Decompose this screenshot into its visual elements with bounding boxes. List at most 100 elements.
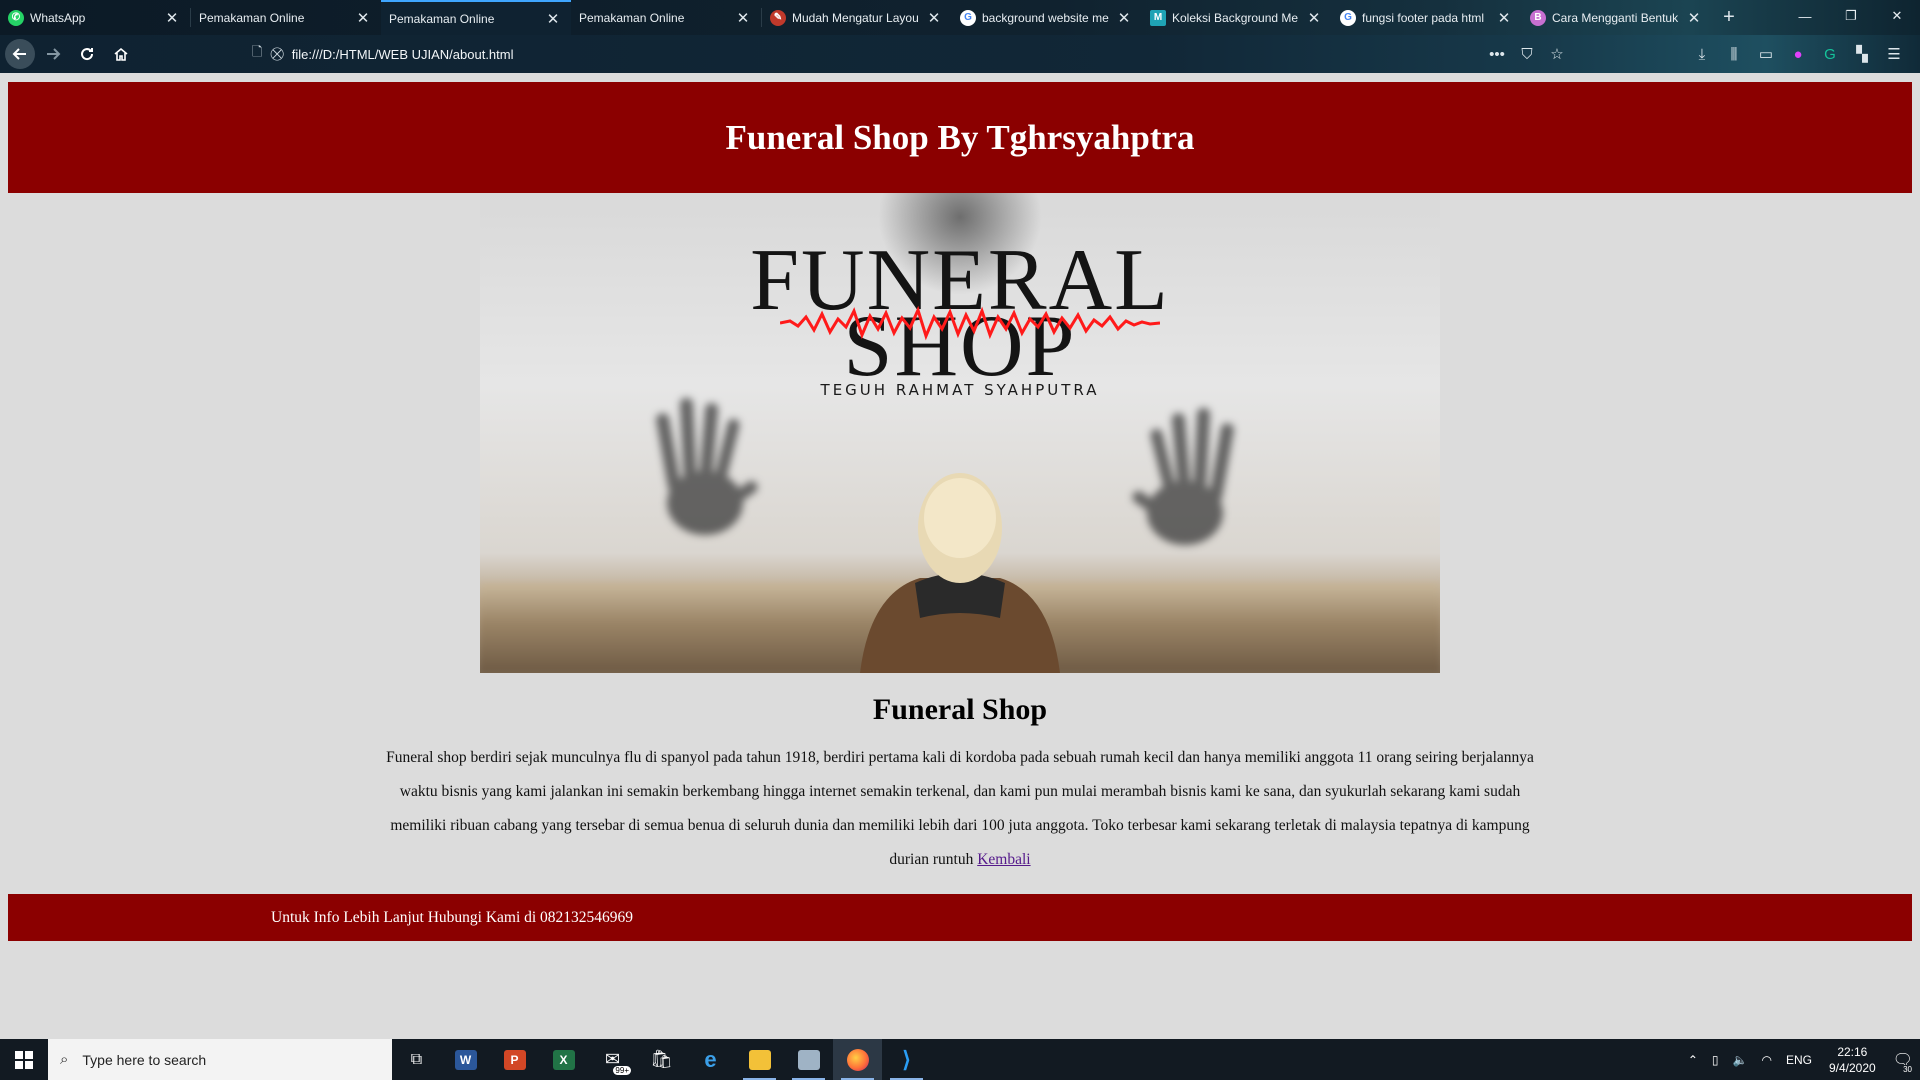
close-tab-icon[interactable]: ✕ [1116,9,1132,27]
page-header: Funeral Shop By Tghrsyahptra [8,82,1912,193]
task-view-button[interactable]: ⧉ [392,1039,441,1080]
close-tab-icon[interactable]: ✕ [735,9,751,27]
tab-label: background website me [982,10,1109,25]
close-window-icon[interactable]: ✕ [1874,0,1920,32]
clock-time: 22:16 [1837,1044,1868,1059]
permissions-icon[interactable]: ⛒ [270,46,283,62]
bookmark-star-icon[interactable]: ☆ [1542,45,1572,63]
menu-icon[interactable]: ☰ [1878,45,1910,63]
back-link[interactable]: Kembali [977,851,1030,868]
more-actions-icon[interactable]: ••• [1482,46,1512,63]
store-app[interactable]: 🛍 [637,1039,686,1080]
logo-subtitle: TEGUH RAHMAT SYAHPUTRA [820,381,1100,399]
library-icon[interactable]: ⫼ [1718,46,1750,63]
volume-icon[interactable]: 🔈 [1733,1053,1748,1067]
minimize-icon[interactable]: — [1782,0,1828,32]
home-button[interactable] [105,38,137,70]
tab-cara-mengganti[interactable]: B Cara Mengganti Bentuk ✕ [1522,0,1712,35]
url-text: file:///D:/HTML/WEB UJIAN/about.html [291,46,514,62]
powerpoint-app[interactable]: P [490,1039,539,1080]
mail-badge: 99+ [613,1066,631,1075]
file-explorer-app[interactable] [735,1039,784,1080]
tab-background-website[interactable]: G background website me ✕ [952,0,1142,35]
close-tab-icon[interactable]: ✕ [164,9,180,27]
page-footer: Untuk Info Lebih Lanjut Hubungi Kami di … [8,894,1912,941]
tab-fungsi-footer[interactable]: G fungsi footer pada html ✕ [1332,0,1522,35]
section-title: Funeral Shop [872,693,1048,726]
grammarly-icon[interactable]: G [1814,46,1846,63]
person-figure [860,473,1060,673]
windows-taskbar: ⌕ Type here to search ⧉ W P X ✉ 99+ 🛍 e … [0,1039,1920,1080]
whatsapp-icon: ✆ [8,9,24,26]
download-icon[interactable]: ⤓ [1686,46,1718,63]
arrow-left-icon [12,48,26,60]
tab-pemakaman-online-active[interactable]: Pemakaman Online ✕ [381,0,571,35]
web-page: Funeral Shop By Tghrsyahptra FUNERAL SHO… [0,73,1920,1039]
close-tab-icon[interactable]: ✕ [1686,9,1702,27]
edge-icon: e [704,1046,717,1072]
start-button[interactable] [0,1039,48,1080]
word-icon: W [454,1049,477,1070]
hero-image: FUNERAL SHOP TEGUH RAHMAT SYAHPUTRA [480,193,1440,673]
close-tab-icon[interactable]: ✕ [355,9,371,27]
clock[interactable]: 22:16 9/4/2020 [1829,1044,1876,1076]
tab-label: WhatsApp [30,10,86,25]
taskbar-search-box[interactable]: ⌕ Type here to search [48,1039,392,1080]
wifi-icon[interactable]: ◠ [1761,1053,1771,1067]
home-icon [114,47,128,61]
extension-icon[interactable]: ● [1782,46,1814,63]
paragraph-text: Funeral shop berdiri sejak munculnya flu… [386,749,1534,868]
sidebar-icon[interactable]: ▭ [1750,45,1782,63]
back-button[interactable] [5,39,35,69]
footer-contact-text: Untuk Info Lebih Lanjut Hubungi Kami di … [271,908,634,926]
tab-label: Mudah Mengatur Layou [792,10,919,25]
arrow-right-icon [47,48,61,60]
left-hand-shadow [656,398,758,535]
tab-whatsapp[interactable]: ✆ WhatsApp ✕ [0,0,190,35]
about-paragraph: Funeral shop berdiri sejak munculnya flu… [380,741,1540,877]
tab-pemakaman-online-1[interactable]: Pemakaman Online ✕ [191,0,381,35]
mail-app[interactable]: ✉ 99+ [588,1039,637,1080]
language-indicator[interactable]: ENG [1786,1053,1812,1067]
tab-label: Cara Mengganti Bentuk [1552,10,1679,25]
tab-label: Pemakaman Online [579,10,685,25]
m-icon: M [1150,9,1166,26]
reload-button[interactable] [71,38,103,70]
reload-icon [81,48,94,61]
close-tab-icon[interactable]: ✕ [926,9,942,27]
notification-center-icon[interactable]: 🗨 30 [1893,1050,1913,1074]
battery-icon[interactable]: ▯ [1712,1053,1719,1067]
tab-label: fungsi footer pada html [1362,10,1485,25]
address-bar[interactable]: 🗋 ⛒ file:///D:/HTML/WEB UJIAN/about.html [252,39,1542,69]
tab-mudah-mengatur[interactable]: ✎ Mudah Mengatur Layou ✕ [762,0,952,35]
tab-koleksi-background[interactable]: M Koleksi Background Me ✕ [1142,0,1332,35]
close-tab-icon[interactable]: ✕ [1496,9,1512,27]
close-tab-icon[interactable]: ✕ [1306,9,1322,27]
chevron-up-icon[interactable]: ⌃ [1688,1053,1698,1067]
windows-logo-icon [15,1050,33,1069]
tab-label: Pemakaman Online [389,11,495,26]
vscode-app[interactable]: ⟩ [882,1039,931,1080]
forward-button[interactable] [37,38,69,70]
window-controls: — ❐ ✕ [1782,0,1920,35]
edge-app[interactable]: e [686,1039,735,1080]
folder-icon [748,1049,771,1070]
close-tab-icon[interactable]: ✕ [545,10,561,28]
word-app[interactable]: W [441,1039,490,1080]
restore-icon[interactable]: ❐ [1828,0,1874,32]
search-placeholder: Type here to search [82,1051,207,1068]
page-actions: ••• ⛉ ☆ [1482,39,1572,69]
search-icon: ⌕ [60,1051,69,1068]
firefox-icon [846,1048,869,1071]
firefox-app[interactable] [833,1039,882,1080]
photos-app[interactable] [784,1039,833,1080]
page-title: Funeral Shop By Tghrsyahptra [725,117,1195,157]
pocket-icon[interactable]: ⛉ [1512,46,1542,63]
taskbar-apps: ⧉ W P X ✉ 99+ 🛍 e ⟩ [392,1039,931,1080]
vscode-icon: ⟩ [902,1046,911,1072]
notification-count: 30 [1903,1064,1912,1074]
tab-pemakaman-online-3[interactable]: Pemakaman Online ✕ [571,0,761,35]
excel-app[interactable]: X [539,1039,588,1080]
new-tab-button[interactable]: + [1712,0,1746,35]
extensions-icon[interactable]: ▚ [1846,45,1878,63]
